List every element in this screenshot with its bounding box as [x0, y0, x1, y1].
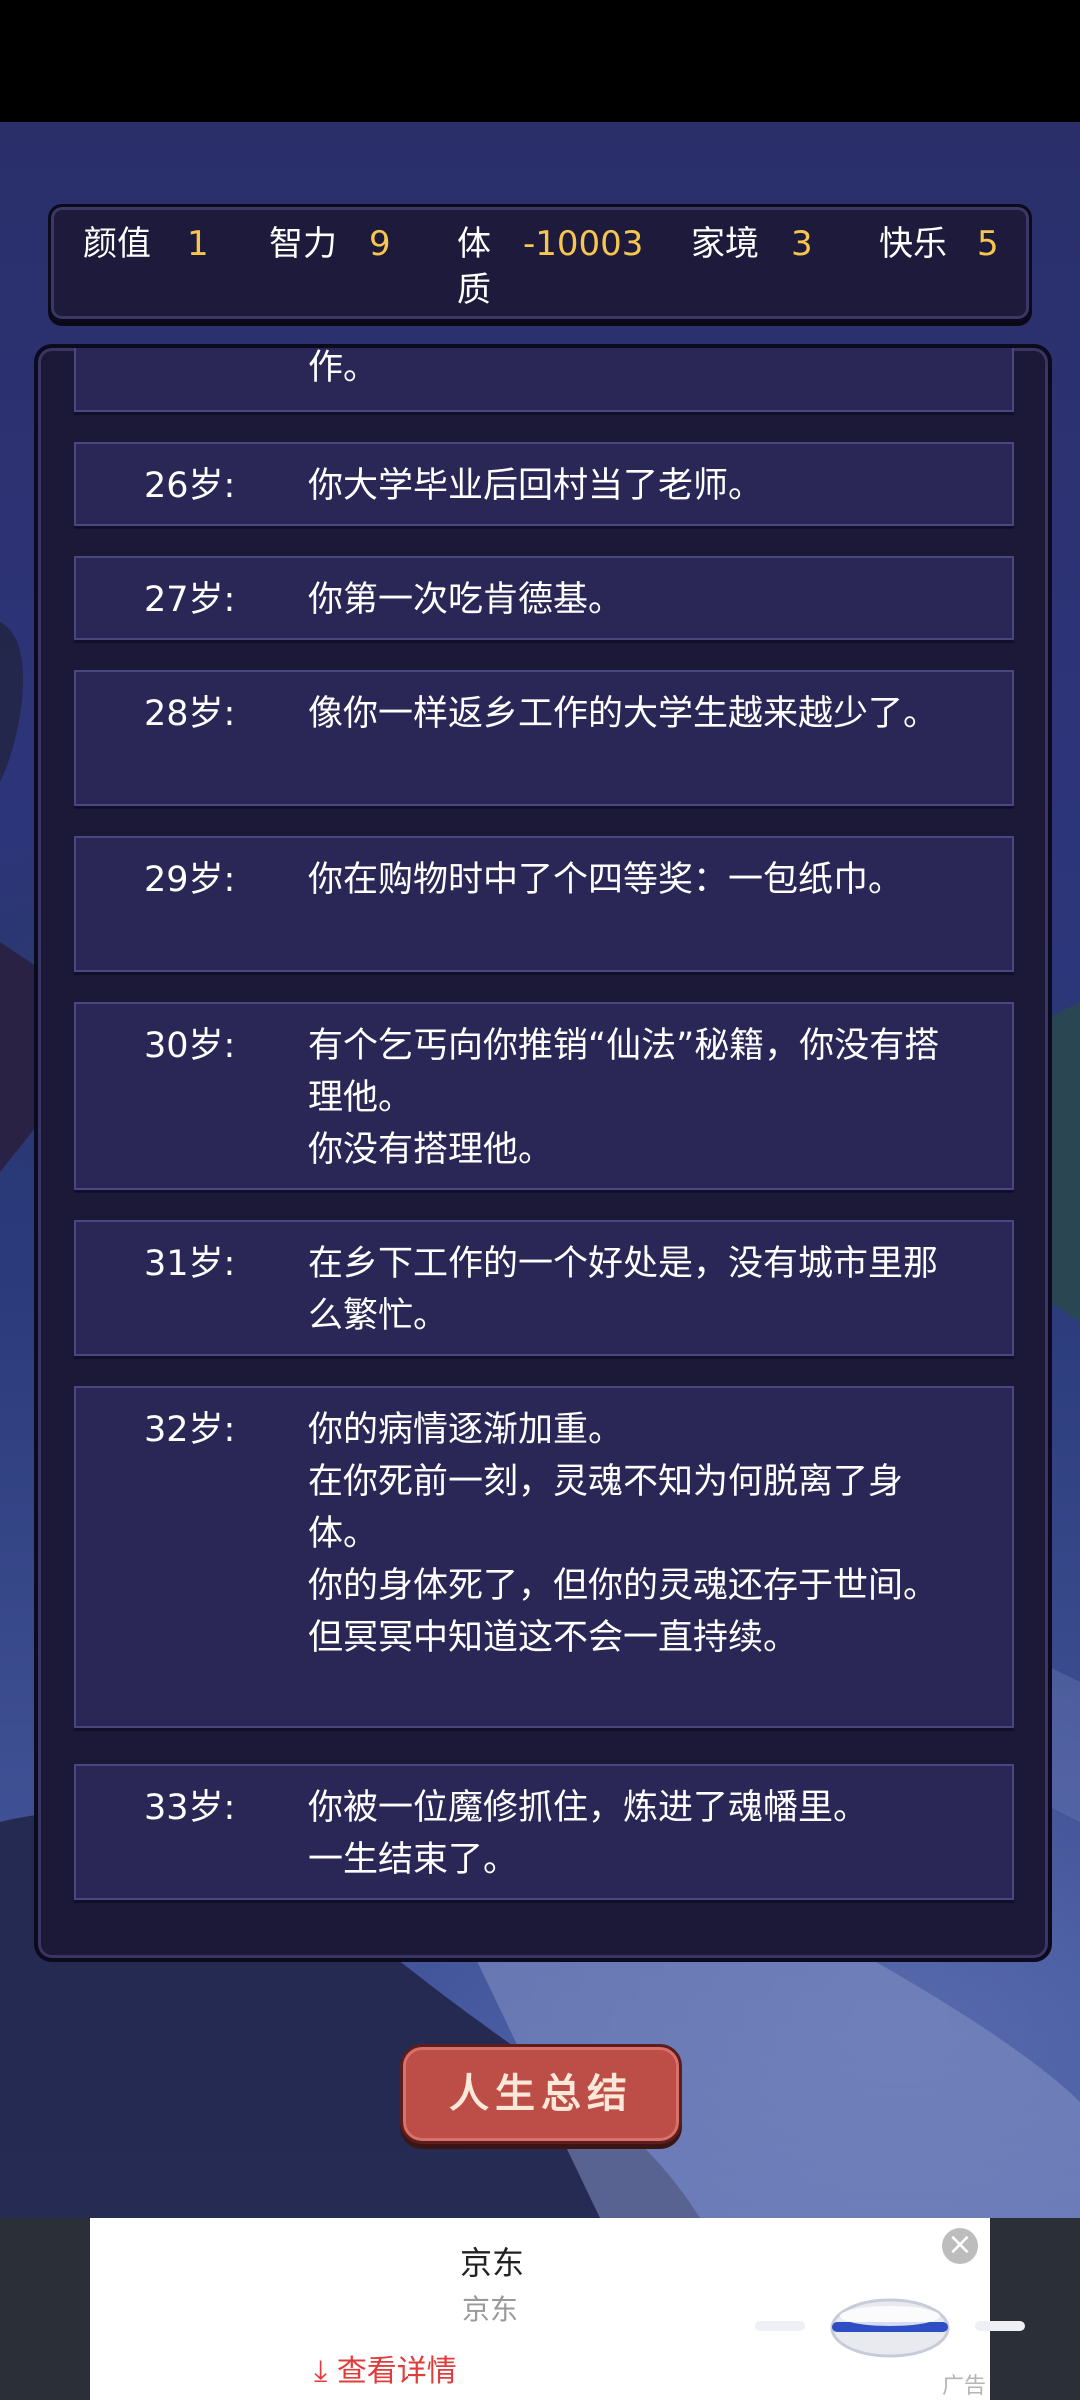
event-row: 26岁: 你大学毕业后回村当了老师。	[74, 442, 1014, 526]
close-icon[interactable]: ×	[942, 2228, 978, 2264]
event-age: 32岁:	[144, 1410, 236, 1450]
stat-constitution: 体质 -10003	[457, 221, 643, 313]
status-bar	[0, 0, 1080, 122]
stat-appearance: 颜值 1	[83, 221, 209, 267]
event-age: 31岁:	[144, 1244, 236, 1284]
event-row: 27岁: 你第一次吃肯德基。	[74, 556, 1014, 640]
event-line: 在你死前一刻，灵魂不知为何脱离了身体。	[308, 1462, 904, 1554]
ad-tag: 广告	[942, 2374, 987, 2399]
event-text: 你第一次吃肯德基。	[308, 574, 968, 626]
event-age: 33岁:	[144, 1788, 236, 1828]
event-age: 26岁:	[144, 466, 236, 506]
stat-happiness: 快乐 5	[879, 221, 999, 267]
event-line: 你大学毕业后回村当了老师。	[308, 466, 764, 506]
stat-value: 9	[369, 224, 391, 264]
event-text: 你的病情逐渐加重。 在你死前一刻，灵魂不知为何脱离了身体。 你的身体死了，但你的…	[308, 1404, 968, 1664]
event-row: 29岁: 你在购物时中了个四等奖：一包纸巾。	[74, 836, 1014, 972]
event-age: 29岁:	[144, 860, 236, 900]
event-row: 32岁: 你的病情逐渐加重。 在你死前一刻，灵魂不知为何脱离了身体。 你的身体死…	[74, 1386, 1014, 1728]
event-line: 作。	[308, 348, 379, 388]
attribute-bar: 颜值 1 智力 9 体质 -10003 家境 3 快乐 5	[48, 204, 1032, 322]
stat-value: -10003	[523, 224, 644, 264]
event-text: 有个乞丐向你推销“仙法”秘籍，你没有搭理他。 你没有搭理他。	[308, 1020, 968, 1176]
event-line: 在乡下工作的一个好处是，没有城市里那么繁忙。	[308, 1244, 939, 1336]
event-line: 但冥冥中知道这不会一直持续。	[308, 1618, 799, 1658]
event-age: 27岁:	[144, 580, 236, 620]
event-text: 你大学毕业后回村当了老师。	[308, 460, 968, 512]
event-line: 你在购物时中了个四等奖：一包纸巾。	[308, 860, 904, 900]
life-summary-button[interactable]: 人生总结	[400, 2044, 682, 2144]
event-line: 一生结束了。	[308, 1840, 519, 1880]
event-line: 像你一样返乡工作的大学生越来越少了。	[308, 694, 939, 734]
stat-label: 智力	[269, 224, 337, 264]
ad-link-label: 查看详情	[336, 2354, 457, 2389]
stat-intelligence: 智力 9	[269, 221, 391, 267]
stat-label: 颜值	[83, 224, 151, 264]
event-line: 你被一位魔修抓住，炼进了魂幡里。	[308, 1788, 869, 1828]
download-arrow-icon: ⤓	[314, 2354, 328, 2389]
life-events-panel[interactable]: 作。 26岁: 你大学毕业后回村当了老师。 27岁: 你第一次吃肯德基。 28岁…	[34, 344, 1052, 1962]
event-row: 30岁: 有个乞丐向你推销“仙法”秘籍，你没有搭理他。 你没有搭理他。	[74, 1002, 1014, 1190]
stat-value: 3	[791, 224, 813, 264]
event-line: 有个乞丐向你推销“仙法”秘籍，你没有搭理他。	[308, 1026, 940, 1118]
event-row: 31岁: 在乡下工作的一个好处是，没有城市里那么繁忙。	[74, 1220, 1014, 1356]
ad-details-link[interactable]: ⤓ 查看详情	[314, 2346, 457, 2390]
ad-subtitle: 京东	[462, 2293, 519, 2326]
stat-label: 体质	[457, 224, 491, 310]
ad-banner[interactable]: 京东 京东 ⤓ 查看详情 × 广告	[90, 2218, 1025, 2400]
event-line: 你第一次吃肯德基。	[308, 580, 624, 620]
stat-value: 5	[977, 224, 999, 264]
event-text: 像你一样返乡工作的大学生越来越少了。	[308, 688, 968, 740]
stat-label: 家境	[691, 224, 759, 264]
event-row: 作。	[74, 348, 1014, 412]
event-age: 28岁:	[144, 694, 236, 734]
event-age: 30岁:	[144, 1026, 236, 1066]
event-row: 33岁: 你被一位魔修抓住，炼进了魂幡里。 一生结束了。	[74, 1764, 1014, 1900]
event-text: 在乡下工作的一个好处是，没有城市里那么繁忙。	[308, 1238, 968, 1342]
stat-value: 1	[187, 224, 209, 264]
stat-label: 快乐	[879, 224, 947, 264]
event-text: 你在购物时中了个四等奖：一包纸巾。	[308, 854, 968, 906]
event-line: 你没有搭理他。	[308, 1130, 554, 1170]
ad-title: 京东	[460, 2244, 525, 2282]
event-text: 作。	[308, 348, 968, 394]
stat-family: 家境 3	[691, 221, 813, 267]
event-line: 你的身体死了，但你的灵魂还存于世间。	[308, 1566, 939, 1606]
event-row: 28岁: 像你一样返乡工作的大学生越来越少了。	[74, 670, 1014, 806]
ad-product-image	[755, 2298, 1025, 2358]
event-line: 你的病情逐渐加重。	[308, 1410, 624, 1450]
event-text: 你被一位魔修抓住，炼进了魂幡里。 一生结束了。	[308, 1782, 968, 1886]
